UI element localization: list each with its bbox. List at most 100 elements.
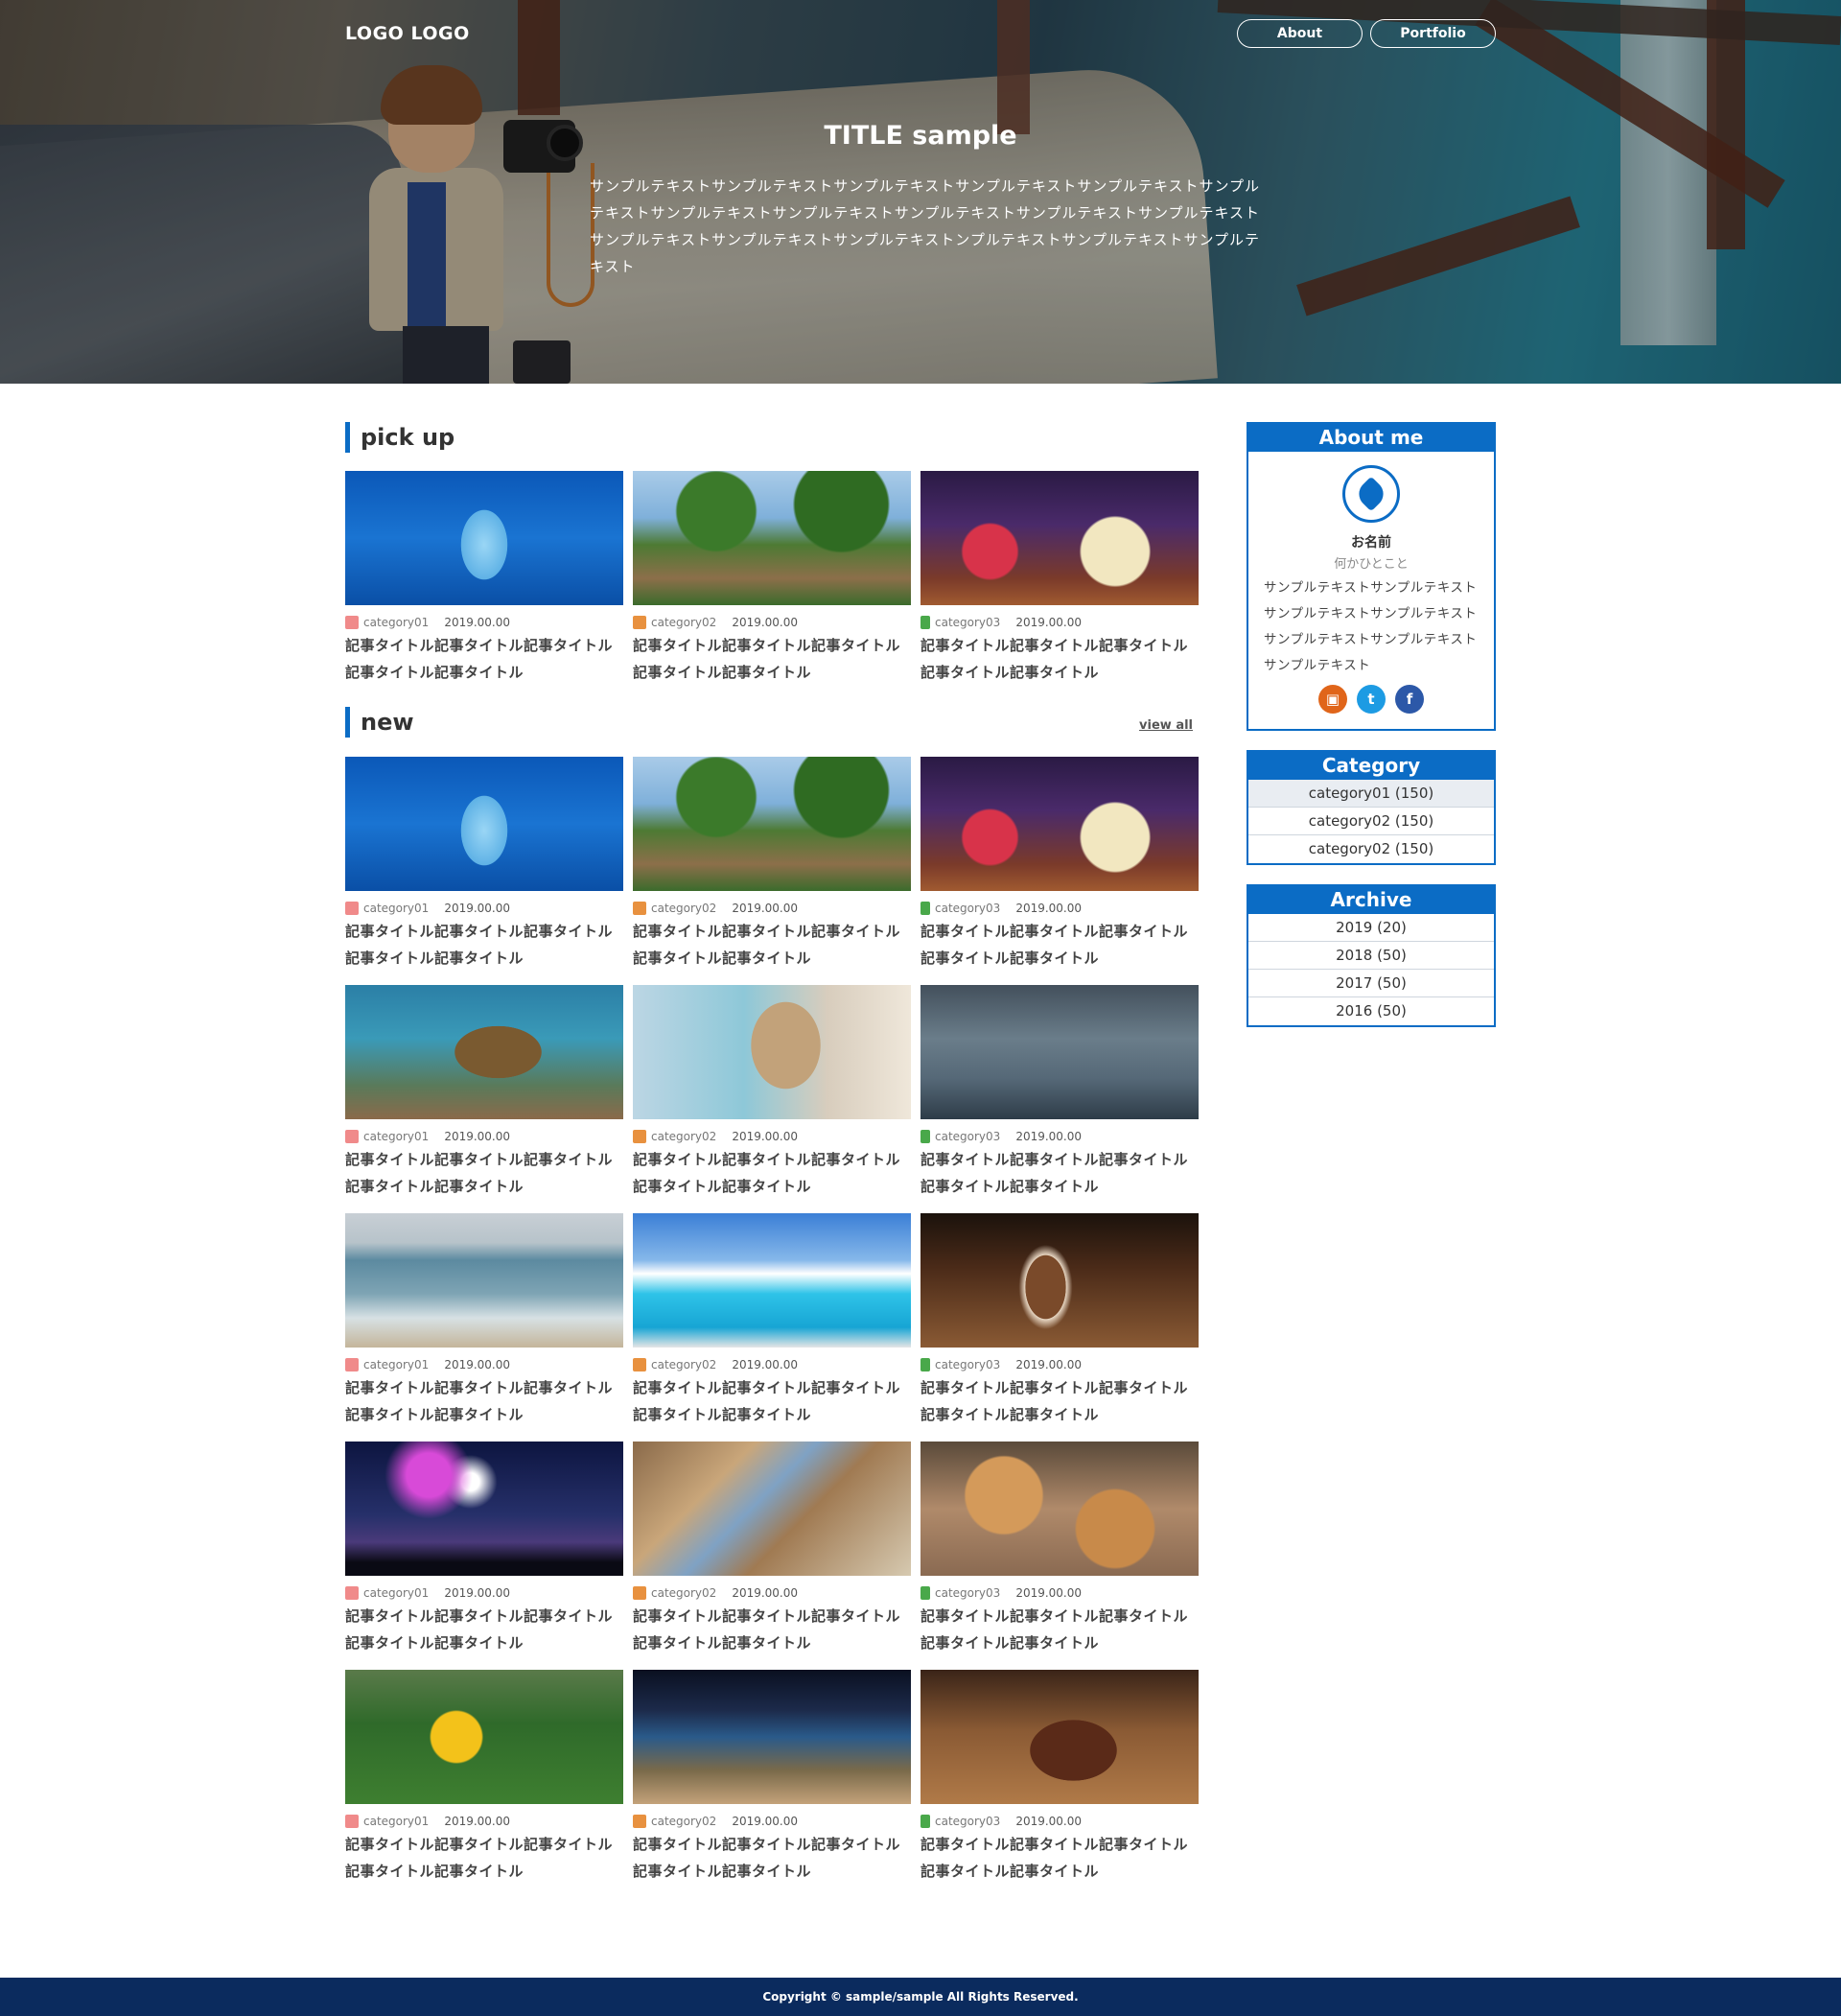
- category-item[interactable]: category02 (150): [1248, 808, 1494, 835]
- article-thumbnail[interactable]: [920, 757, 1199, 891]
- article-title[interactable]: 記事タイトル記事タイトル記事タイトル記事タイトル記事タイトル: [920, 918, 1199, 972]
- article-category[interactable]: category03: [935, 902, 1000, 915]
- article-title[interactable]: 記事タイトル記事タイトル記事タイトル記事タイトル記事タイトル: [345, 918, 623, 972]
- article-title[interactable]: 記事タイトル記事タイトル記事タイトル記事タイトル記事タイトル: [345, 1374, 623, 1428]
- article-title[interactable]: 記事タイトル記事タイトル記事タイトル記事タイトル記事タイトル: [920, 1831, 1199, 1885]
- article-category[interactable]: category02: [651, 1815, 716, 1828]
- instagram-icon[interactable]: ▣: [1318, 685, 1347, 714]
- archive-item[interactable]: 2019 (20): [1248, 914, 1494, 942]
- article-card[interactable]: category03 2019.00.00 記事タイトル記事タイトル記事タイトル記事…: [920, 757, 1199, 985]
- article-meta: category01 2019.00.00: [345, 1584, 623, 1602]
- article-title[interactable]: 記事タイトル記事タイトル記事タイトル記事タイトル記事タイトル: [633, 1603, 911, 1656]
- article-thumbnail[interactable]: [920, 471, 1199, 605]
- article-thumbnail[interactable]: [633, 1670, 911, 1804]
- social-links: ▣ t f: [1264, 685, 1479, 714]
- article-category[interactable]: category03: [935, 1130, 1000, 1143]
- article-date: 2019.00.00: [444, 1358, 511, 1371]
- article-title[interactable]: 記事タイトル記事タイトル記事タイトル記事タイトル記事タイトル: [633, 1831, 911, 1885]
- article-card[interactable]: category01 2019.00.00 記事タイトル記事タイトル記事タイトル記事…: [345, 757, 623, 985]
- article-category[interactable]: category03: [935, 1358, 1000, 1371]
- hero-header: LOGO LOGO About Portfolio TITLE sample サ…: [0, 0, 1841, 384]
- article-card[interactable]: category01 2019.00.00 記事タイトル記事タイトル記事タイトル記事…: [345, 1213, 623, 1442]
- article-title[interactable]: 記事タイトル記事タイトル記事タイトル記事タイトル記事タイトル: [345, 1831, 623, 1885]
- article-card[interactable]: category02 2019.00.00 記事タイトル記事タイトル記事タイトル記事…: [633, 1213, 911, 1442]
- article-thumbnail[interactable]: [345, 471, 623, 605]
- category-item[interactable]: category01 (150): [1248, 780, 1494, 808]
- article-card[interactable]: category01 2019.00.00 記事タイトル記事タイトル記事タイトル記事…: [345, 471, 623, 699]
- twitter-icon[interactable]: t: [1357, 685, 1386, 714]
- facebook-icon[interactable]: f: [1395, 685, 1424, 714]
- nav-about-button[interactable]: About: [1237, 19, 1363, 48]
- article-category[interactable]: category01: [363, 1586, 429, 1600]
- article-card[interactable]: category03 2019.00.00 記事タイトル記事タイトル記事タイトル記事…: [920, 1442, 1199, 1670]
- article-thumbnail[interactable]: [345, 757, 623, 891]
- article-title[interactable]: 記事タイトル記事タイトル記事タイトル記事タイトル記事タイトル: [920, 1603, 1199, 1656]
- article-meta: category02 2019.00.00: [633, 614, 911, 631]
- article-title[interactable]: 記事タイトル記事タイトル記事タイトル記事タイトル記事タイトル: [633, 1374, 911, 1428]
- main-content: pick up category01 2019.00.00 記事タイトル記事タイトル…: [345, 422, 1199, 1898]
- article-card[interactable]: category02 2019.00.00 記事タイトル記事タイトル記事タイトル記事…: [633, 985, 911, 1213]
- article-thumbnail[interactable]: [345, 1670, 623, 1804]
- article-category[interactable]: category01: [363, 1815, 429, 1828]
- category-item[interactable]: category02 (150): [1248, 835, 1494, 863]
- article-title[interactable]: 記事タイトル記事タイトル記事タイトル記事タイトル記事タイトル: [345, 1603, 623, 1656]
- article-meta: category03 2019.00.00: [920, 900, 1199, 917]
- article-category[interactable]: category02: [651, 1358, 716, 1371]
- article-title[interactable]: 記事タイトル記事タイトル記事タイトル記事タイトル記事タイトル: [920, 632, 1199, 686]
- article-card[interactable]: category02 2019.00.00 記事タイトル記事タイトル記事タイトル記事…: [633, 1442, 911, 1670]
- article-date: 2019.00.00: [732, 902, 799, 915]
- article-category[interactable]: category01: [363, 616, 429, 629]
- article-category[interactable]: category03: [935, 1815, 1000, 1828]
- article-thumbnail[interactable]: [920, 1670, 1199, 1804]
- article-category[interactable]: category02: [651, 616, 716, 629]
- article-thumbnail[interactable]: [920, 1213, 1199, 1348]
- article-card[interactable]: category02 2019.00.00 記事タイトル記事タイトル記事タイトル記事…: [633, 471, 911, 699]
- article-thumbnail[interactable]: [633, 1442, 911, 1576]
- article-meta: category02 2019.00.00: [633, 900, 911, 917]
- article-category[interactable]: category02: [651, 1130, 716, 1143]
- article-category[interactable]: category02: [651, 902, 716, 915]
- article-category[interactable]: category03: [935, 616, 1000, 629]
- archive-item[interactable]: 2017 (50): [1248, 970, 1494, 997]
- article-category[interactable]: category01: [363, 1130, 429, 1143]
- article-card[interactable]: category03 2019.00.00 記事タイトル記事タイトル記事タイトル記事…: [920, 1213, 1199, 1442]
- article-title[interactable]: 記事タイトル記事タイトル記事タイトル記事タイトル記事タイトル: [920, 1374, 1199, 1428]
- site-logo[interactable]: LOGO LOGO: [345, 23, 470, 44]
- article-category[interactable]: category03: [935, 1586, 1000, 1600]
- article-card[interactable]: category03 2019.00.00 記事タイトル記事タイトル記事タイトル記事…: [920, 471, 1199, 699]
- article-thumbnail[interactable]: [345, 1442, 623, 1576]
- article-thumbnail[interactable]: [920, 985, 1199, 1119]
- article-thumbnail[interactable]: [920, 1442, 1199, 1576]
- article-title[interactable]: 記事タイトル記事タイトル記事タイトル記事タイトル記事タイトル: [633, 918, 911, 972]
- article-card[interactable]: category02 2019.00.00 記事タイトル記事タイトル記事タイトル記事…: [633, 1670, 911, 1898]
- article-card[interactable]: category03 2019.00.00 記事タイトル記事タイトル記事タイトル記事…: [920, 1670, 1199, 1898]
- article-card[interactable]: category01 2019.00.00 記事タイトル記事タイトル記事タイトル記事…: [345, 1442, 623, 1670]
- new-heading: new: [361, 709, 414, 736]
- article-card[interactable]: category01 2019.00.00 記事タイトル記事タイトル記事タイトル記事…: [345, 985, 623, 1213]
- article-thumbnail[interactable]: [633, 757, 911, 891]
- view-all-link[interactable]: view all: [1139, 711, 1193, 741]
- article-meta: category02 2019.00.00: [633, 1813, 911, 1830]
- new-heading-bar: new view all: [345, 707, 1199, 738]
- article-thumbnail[interactable]: [345, 985, 623, 1119]
- article-category[interactable]: category02: [651, 1586, 716, 1600]
- archive-item[interactable]: 2018 (50): [1248, 942, 1494, 970]
- manta-ray-icon: [1353, 476, 1389, 512]
- article-thumbnail[interactable]: [633, 985, 911, 1119]
- article-title[interactable]: 記事タイトル記事タイトル記事タイトル記事タイトル記事タイトル: [345, 632, 623, 686]
- article-category[interactable]: category01: [363, 1358, 429, 1371]
- article-category[interactable]: category01: [363, 902, 429, 915]
- archive-item[interactable]: 2016 (50): [1248, 997, 1494, 1025]
- article-thumbnail[interactable]: [633, 1213, 911, 1348]
- article-card[interactable]: category02 2019.00.00 記事タイトル記事タイトル記事タイトル記事…: [633, 757, 911, 985]
- article-card[interactable]: category01 2019.00.00 記事タイトル記事タイトル記事タイトル記事…: [345, 1670, 623, 1898]
- article-title[interactable]: 記事タイトル記事タイトル記事タイトル記事タイトル記事タイトル: [633, 1146, 911, 1200]
- article-title[interactable]: 記事タイトル記事タイトル記事タイトル記事タイトル記事タイトル: [345, 1146, 623, 1200]
- article-title[interactable]: 記事タイトル記事タイトル記事タイトル記事タイトル記事タイトル: [920, 1146, 1199, 1200]
- nav-portfolio-button[interactable]: Portfolio: [1370, 19, 1496, 48]
- fork-knife-icon: [920, 1358, 930, 1371]
- article-thumbnail[interactable]: [345, 1213, 623, 1348]
- article-thumbnail[interactable]: [633, 471, 911, 605]
- article-title[interactable]: 記事タイトル記事タイトル記事タイトル記事タイトル記事タイトル: [633, 632, 911, 686]
- article-card[interactable]: category03 2019.00.00 記事タイトル記事タイトル記事タイトル記事…: [920, 985, 1199, 1213]
